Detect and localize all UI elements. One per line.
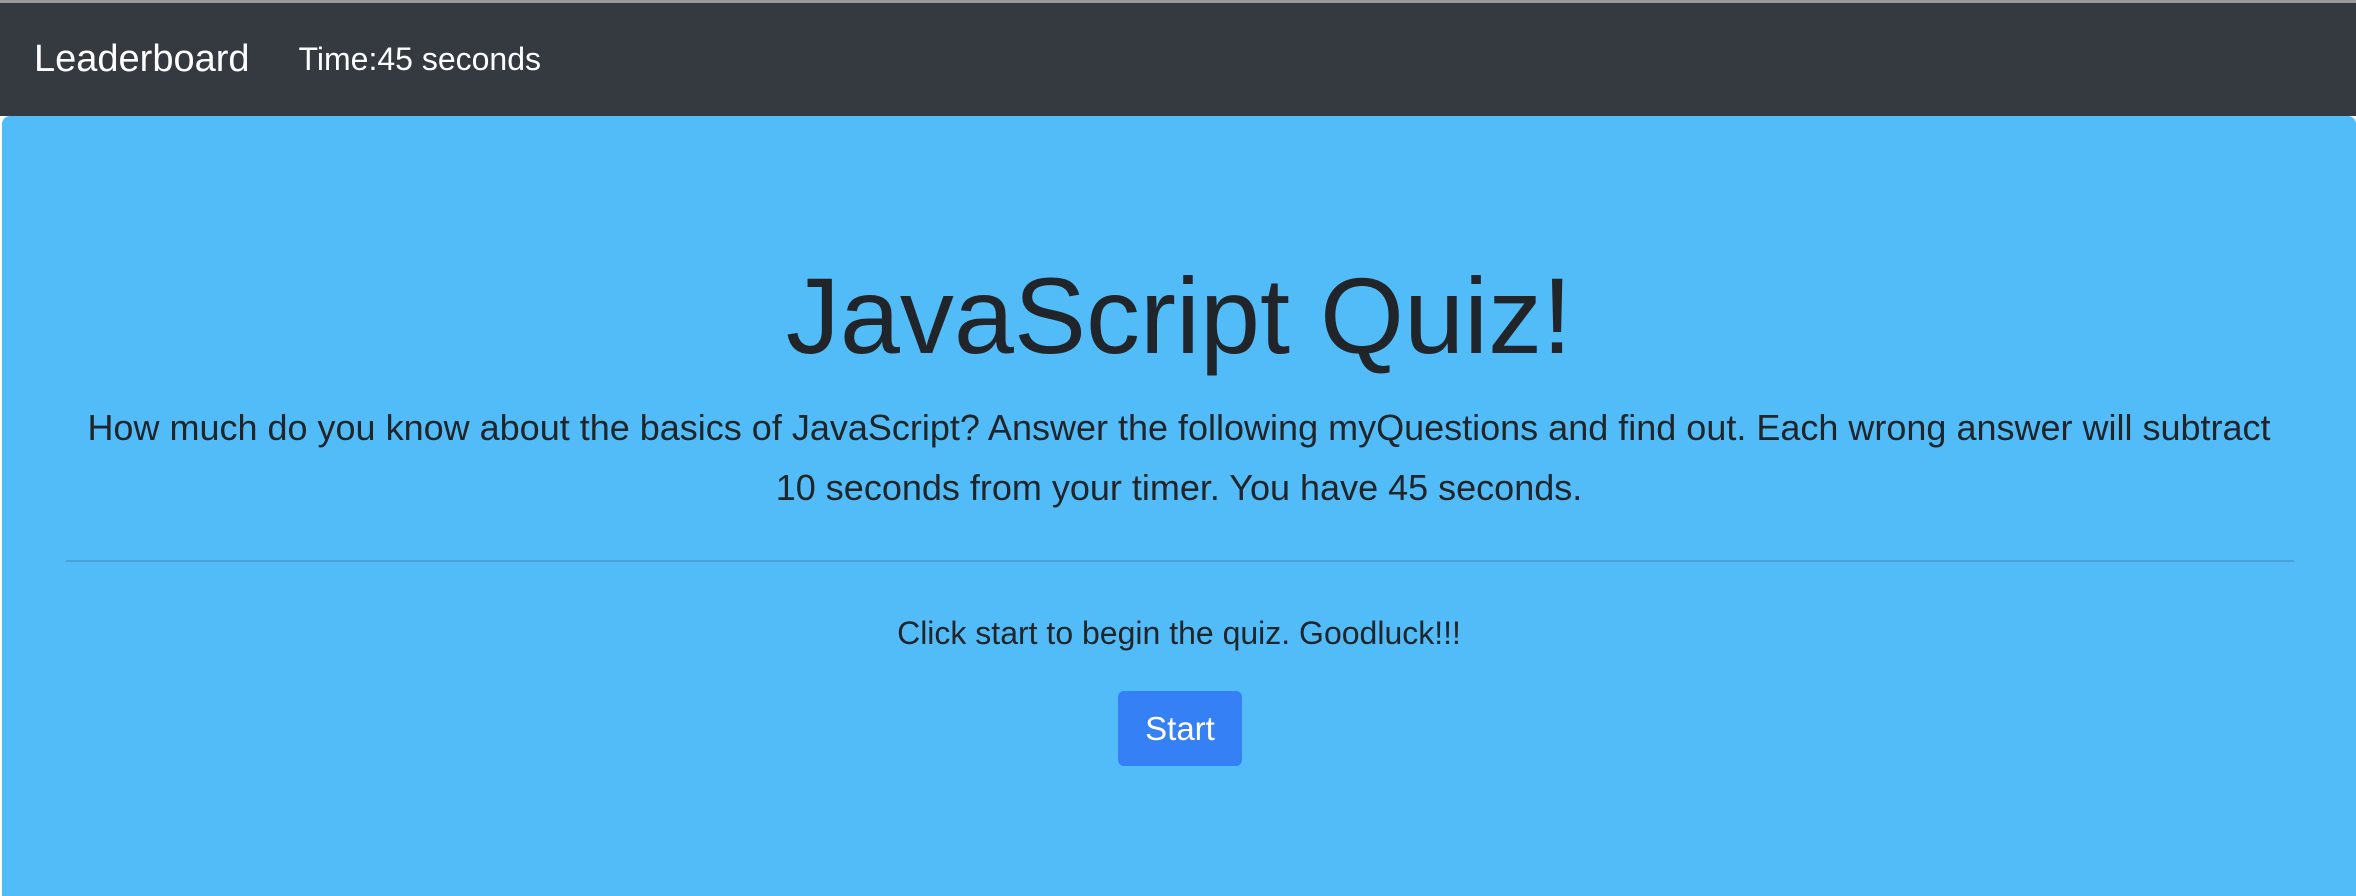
page-title: JavaScript Quiz! (785, 255, 1573, 376)
leaderboard-link[interactable]: Leaderboard (34, 38, 250, 81)
navbar: Leaderboard Time:45 seconds (0, 0, 2356, 116)
divider (66, 560, 2294, 562)
timer-display: Time:45 seconds (298, 41, 541, 77)
start-button[interactable]: Start (1118, 691, 1242, 766)
start-instructions: Click start to begin the quiz. Goodluck!… (897, 615, 1461, 651)
quiz-description: How much do you know about the basics of… (87, 407, 2271, 508)
quiz-intro-panel: JavaScript Quiz! How much do you know ab… (2, 116, 2356, 896)
page: Leaderboard Time:45 seconds JavaScript Q… (0, 0, 2356, 896)
